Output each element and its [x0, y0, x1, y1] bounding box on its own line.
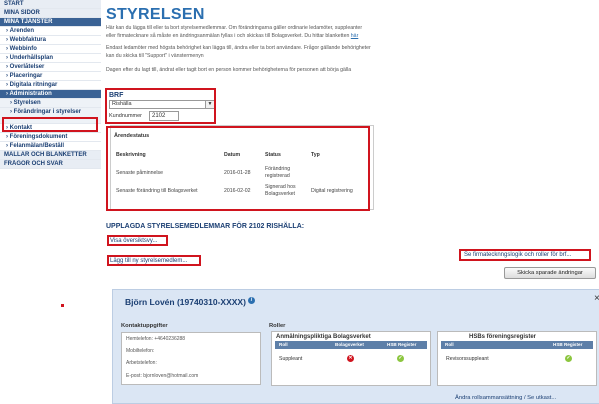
info-icon[interactable]: i — [247, 297, 255, 304]
form-link[interactable]: här — [351, 33, 359, 39]
contact-home-phone: Hemtelefon: +4640236288 — [126, 336, 186, 342]
sidebar-item-overlåtelser[interactable]: Overlåtelser — [0, 63, 101, 72]
sidebar-item-mina-tjänster: MINA TJÄNSTER — [0, 18, 101, 27]
highlight-sidebar-styrelsen — [2, 117, 98, 132]
sidebar-item-underhållsplan[interactable]: Underhållsplan — [0, 54, 101, 63]
hsb-role: Revisorssuppleant — [446, 356, 489, 362]
hsb-col-roll: Roll — [445, 342, 454, 347]
sidebar-item-föreningsdokument[interactable]: Föreningsdokument — [0, 133, 101, 142]
highlight-firma-link — [459, 249, 591, 261]
save-changes-button[interactable]: Skicka sparade ändringar — [504, 267, 596, 279]
bolagsverket-title: Anmälningspliktiga Bolagsverket — [276, 334, 371, 340]
intro-paragraph: Här kan du lägga till eller ta bort styr… — [106, 24, 441, 40]
sidebar-item-start[interactable]: START — [0, 0, 101, 9]
sidebar-item-digitala-ritningar[interactable]: Digitala ritningar — [0, 81, 101, 90]
sidebar-item-placeringar[interactable]: Placeringar — [0, 72, 101, 81]
permission-paragraph: Endast ledamöter med högsta behörighet k… — [106, 44, 441, 60]
contact-work-phone: Arbetstelefon: — [126, 360, 157, 366]
sidebar-item-webbfaktura[interactable]: Webbfaktura — [0, 36, 101, 45]
sidebar-item-webbinfo[interactable]: Webbinfo — [0, 45, 101, 54]
highlight-arendestatus — [106, 126, 370, 211]
hsb-col-register: HSB Register — [553, 342, 583, 347]
error-icon: ✕ — [347, 355, 354, 362]
check-icon: ✓ — [397, 355, 404, 362]
permission-text-1: Endast ledamöter med högsta behörighet k… — [106, 45, 371, 51]
bv-col-hsb: HSB Register — [387, 342, 417, 347]
intro-text-1: Här kan du lägga till eller ta bort styr… — [106, 25, 363, 31]
sidebar: STARTMINA SIDORMINA TJÄNSTERÄrendenWebbf… — [0, 0, 101, 404]
highlight-brf-selector — [105, 88, 216, 124]
check-icon: ✓ — [565, 355, 572, 362]
close-icon[interactable]: × — [594, 293, 599, 304]
hsb-table-header: Roll HSB Register — [441, 341, 593, 349]
members-heading: UPPLAGDA STYRELSEMEDLEMMAR FÖR 2102 RISH… — [106, 223, 305, 230]
highlight-overview-link — [107, 235, 168, 246]
member-name: Björn Lovén (19740310-XXXX) i — [125, 297, 255, 307]
effective-paragraph: Dagen efter du lagt till, ändrat eller t… — [106, 67, 352, 73]
change-roles-link[interactable]: Ändra rollsammansättning / Se utkast... — [455, 395, 556, 401]
sidebar-item-felanmälan-beställ[interactable]: Felanmälan/Beställ — [0, 142, 101, 151]
bv-role: Suppleant — [279, 356, 303, 362]
sidebar-item-frågor-och-svar[interactable]: FRÅGOR OCH SVAR — [0, 160, 101, 169]
intro-text-2: eller firmatecknare så måste en ändrings… — [106, 33, 351, 39]
member-name-text: Björn Lovén (19740310-XXXX) — [125, 297, 246, 307]
bv-col-roll: Roll — [279, 342, 288, 347]
page-title: STYRELSEN — [106, 6, 205, 23]
sidebar-item-ärenden[interactable]: Ärenden — [0, 27, 101, 36]
roles-title: Roller — [269, 323, 286, 329]
contact-mobile: Mobiltelefon: — [126, 348, 155, 354]
sidebar-item-styrelsen[interactable]: Styrelsen — [0, 99, 101, 108]
permission-text-2: kan du skicka till "Support" i vänsterme… — [106, 53, 204, 59]
sidebar-item-mallar-och-blanketter[interactable]: MALLAR OCH BLANKETTER — [0, 151, 101, 160]
contact-title: Kontaktuppgifter — [121, 323, 168, 329]
member-card: Björn Lovén (19740310-XXXX) i × Kontaktup… — [112, 289, 599, 404]
contact-box: Hemtelefon: +4640236288 Mobiltelefon: Ar… — [121, 332, 261, 385]
highlight-add-member-link — [107, 255, 201, 266]
bolagsverket-table-header: Roll Bolagsverket HSB Register — [275, 341, 427, 349]
sidebar-item-administration[interactable]: Administration — [0, 90, 101, 99]
bv-col-bolagsverket: Bolagsverket — [335, 342, 364, 347]
hsb-title: HSBs föreningsregister — [469, 334, 537, 340]
red-marker — [61, 304, 64, 307]
sidebar-item-mina-sidor[interactable]: MINA SIDOR — [0, 9, 101, 18]
contact-email: E-post: bjornloven@hotmail.com — [126, 373, 199, 379]
